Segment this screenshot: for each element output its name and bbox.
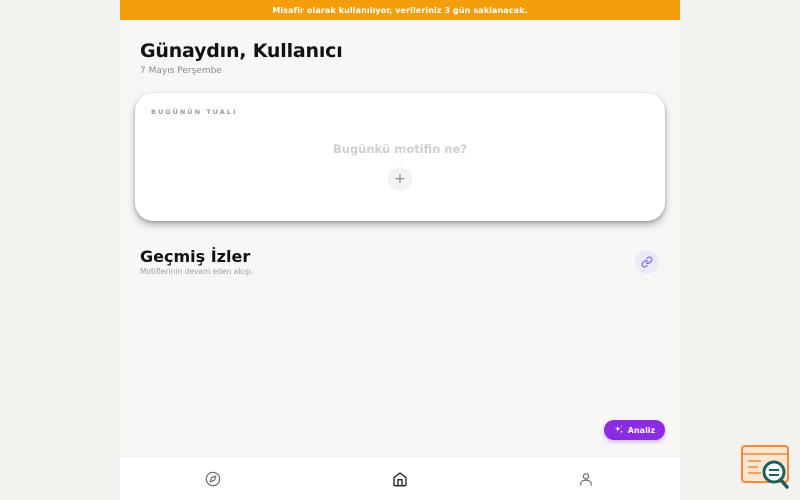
analiz-label: Analiz bbox=[627, 425, 656, 435]
nav-profile[interactable] bbox=[576, 469, 596, 489]
inspect-logo-icon bbox=[741, 445, 789, 489]
home-icon bbox=[393, 472, 407, 487]
guest-mode-banner: Misafir olarak kullanılıyor, verileriniz… bbox=[120, 0, 680, 20]
bottom-navigation bbox=[120, 456, 680, 500]
plus-icon: + bbox=[394, 171, 406, 187]
history-title: Geçmiş İzler bbox=[140, 247, 251, 266]
share-link-button[interactable] bbox=[635, 250, 659, 274]
app-container: Misafir olarak kullanılıyor, verileriniz… bbox=[120, 0, 680, 500]
motif-prompt: Bugünkü motifin ne? bbox=[332, 142, 468, 156]
canvas-section-label: BUGÜNÜN TUALI bbox=[151, 108, 238, 116]
date-label: 7 Mayıs Perşembe bbox=[140, 66, 222, 76]
nav-explore[interactable] bbox=[203, 469, 223, 489]
sparkles-icon bbox=[614, 425, 623, 434]
link-icon bbox=[641, 256, 653, 268]
today-canvas-card[interactable]: BUGÜNÜN TUALI Bugünkü motifin ne? + bbox=[135, 93, 665, 221]
add-motif-button[interactable]: + bbox=[388, 167, 412, 191]
nav-home[interactable] bbox=[390, 469, 410, 489]
compass-icon bbox=[205, 471, 221, 487]
greeting-title: Günaydın, Kullanıcı bbox=[140, 40, 343, 62]
user-icon bbox=[580, 473, 592, 486]
analiz-button[interactable]: Analiz bbox=[604, 420, 665, 440]
history-subtitle: Motiflerinin devam eden akışı. bbox=[140, 267, 254, 276]
